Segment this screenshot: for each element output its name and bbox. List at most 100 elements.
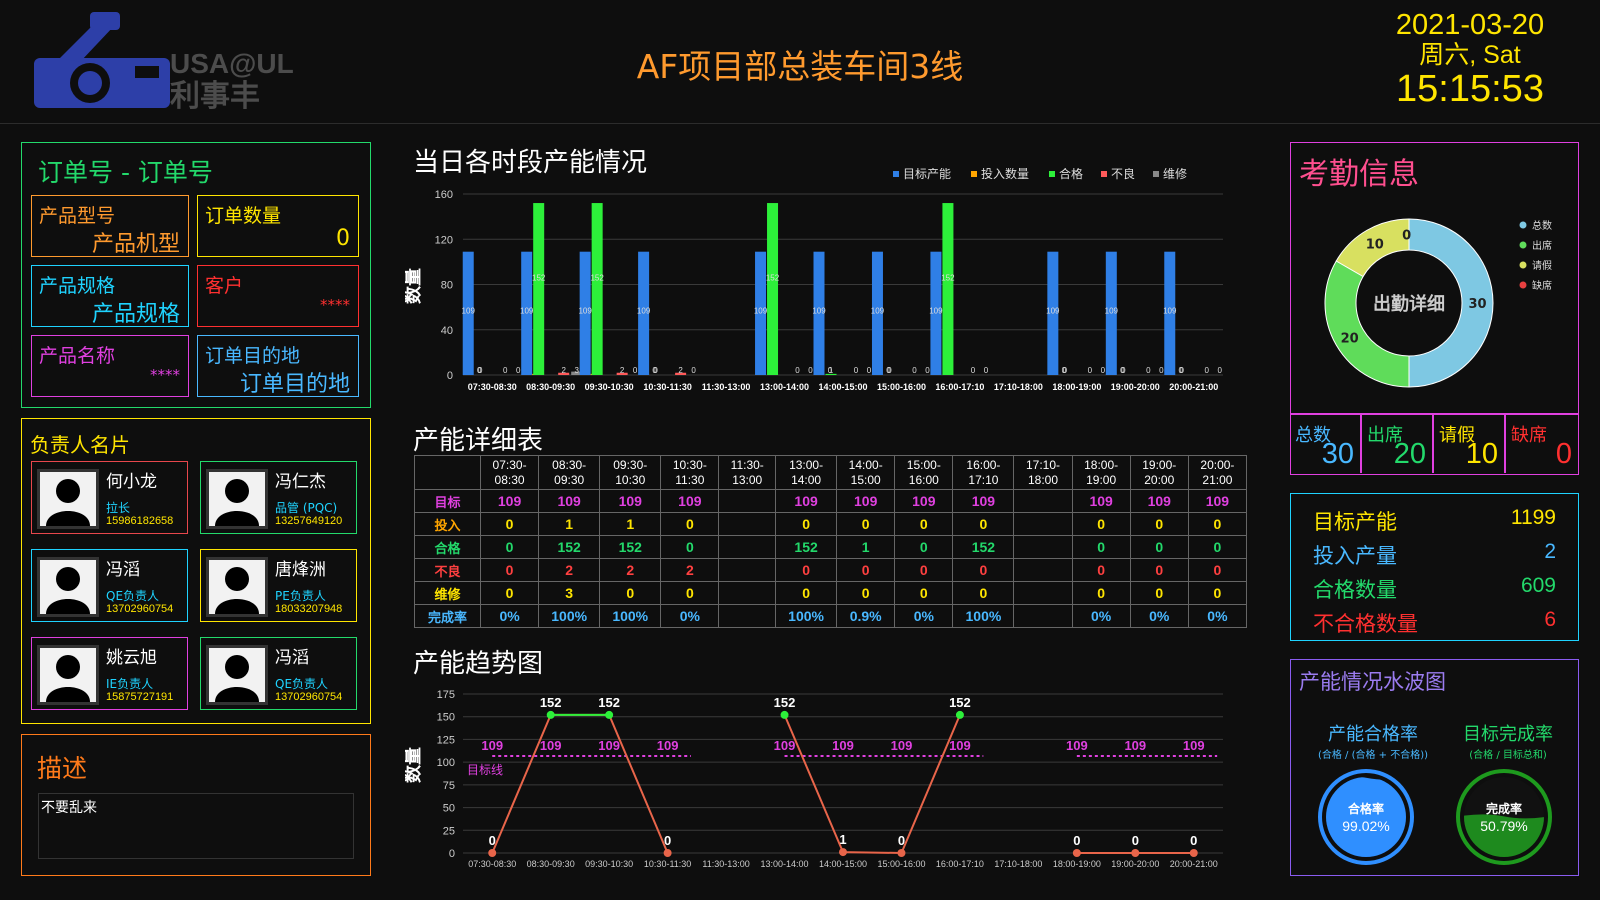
y-tick-label: 25 — [443, 825, 455, 837]
table-cell: 109 — [952, 489, 1015, 513]
table-cell: 0 — [479, 581, 540, 605]
trend-line-chart: 0255075100125150175数量 目标线109 109 109 109 109 1… — [405, 689, 1223, 869]
bar-value-label: 152 — [590, 273, 604, 282]
person-card[interactable]: 冯滔 QE负责人 13702960754 — [200, 637, 357, 710]
legend-swatch — [1101, 171, 1107, 177]
attendance-stat: 缺席 0 — [1507, 415, 1578, 473]
bar — [942, 203, 954, 375]
table-cell: 0 — [660, 581, 720, 605]
attendance-stat: 请假 10 — [1435, 415, 1506, 473]
data-label: 152 — [540, 695, 562, 710]
gauge-value: 50.79% — [1480, 818, 1527, 834]
table-cell: 0 — [836, 512, 896, 536]
target-line-label: 目标线 — [467, 763, 503, 777]
person-role: 拉长 — [106, 501, 131, 515]
table-cell: 0% — [1187, 604, 1248, 628]
legend-swatch — [893, 171, 899, 177]
x-tick-label: 10:30-11:30 — [644, 859, 691, 869]
table-header-cell: 16:00- 17:10 — [952, 455, 1015, 490]
x-tick-label: 13:00-14:00 — [761, 859, 809, 869]
table-cell: 152 — [599, 535, 662, 559]
bar-value-label: 152 — [766, 273, 780, 282]
row-label: 维修 — [414, 581, 481, 605]
data-point — [955, 710, 964, 719]
table-cell: 109 — [538, 489, 601, 513]
completion-rate-gauge: 完成率 50.79% — [1456, 769, 1552, 865]
data-point — [488, 849, 497, 857]
target-value-label: 109 — [891, 738, 913, 753]
table-cell: 3 — [538, 581, 601, 605]
avatar — [206, 645, 268, 705]
person-card[interactable]: 姚云旭 IE负责人 15875727191 — [31, 637, 188, 710]
x-tick-label: 09:30-10:30 — [585, 382, 634, 392]
table-header-cell: 19:00- 20:00 — [1129, 455, 1189, 490]
x-tick-label: 07:30-08:30 — [468, 859, 516, 869]
person-card[interactable]: 冯滔 QE负责人 13702960754 — [31, 549, 188, 622]
pass-rate-gauge: 合格率 99.02% — [1318, 769, 1414, 865]
bar-value-label: 152 — [941, 273, 955, 282]
table-cell: 0 — [1129, 581, 1189, 605]
bar-value-label: 0 — [971, 366, 976, 375]
bar-value-label: 109 — [1163, 306, 1177, 315]
table-cell: 0% — [479, 604, 540, 628]
destination-label: 订单目的地 — [205, 345, 301, 367]
target-value-label: 109 — [540, 738, 562, 753]
table-cell: 1 — [599, 512, 662, 536]
bar-value-label: 0 — [795, 366, 800, 375]
table-cell: 0 — [479, 535, 540, 559]
x-tick-label: 15:00-16:00 — [877, 859, 925, 869]
table-cell — [718, 558, 777, 582]
gauge-caption: 合格率 — [1348, 801, 1384, 816]
target-value-label: 109 — [1124, 738, 1146, 753]
spec-value: 产品规格 — [91, 302, 180, 327]
product-name-label: 产品名称 — [39, 345, 116, 367]
table-cell — [718, 581, 777, 605]
table-header-cell: 13:00- 14:00 — [775, 455, 838, 490]
data-point — [1131, 849, 1140, 857]
target-value-label: 109 — [774, 738, 796, 753]
person-card[interactable]: 冯仁杰 品管 (PQC) 13257649120 — [200, 461, 357, 534]
table-cell: 109 — [894, 489, 954, 513]
bar-value-label: 0 — [1101, 366, 1106, 375]
trend-chart-title: 产能趋势图 — [413, 649, 544, 679]
table-cell: 0 — [775, 581, 838, 605]
table-cell: 152 — [775, 535, 838, 559]
y-axis-label: 数量 — [405, 747, 424, 783]
table-cell — [1013, 535, 1073, 559]
data-point — [663, 849, 672, 857]
table-cell: 0% — [1071, 604, 1131, 628]
description-textarea[interactable]: 不要乱来 — [38, 793, 354, 859]
person-name: 冯滔 — [275, 648, 309, 668]
company-logo: USA@UL 利事丰 — [30, 8, 340, 114]
bar-value-label: 0 — [1088, 366, 1093, 375]
hourly-bar-chart: 04080120160数量109000007:30-08:30109115223… — [405, 168, 1223, 392]
attendance-stat-value: 30 — [1321, 438, 1354, 470]
y-tick-label: 150 — [437, 712, 455, 724]
table-cell: 0 — [1071, 581, 1131, 605]
table-cell: 0.9% — [836, 604, 896, 628]
slice-value-label: 0 — [1402, 229, 1411, 244]
svg-text:利事丰: 利事丰 — [170, 79, 260, 112]
avatar — [37, 469, 99, 529]
x-tick-label: 14:00-15:00 — [819, 859, 867, 869]
legend-swatch — [1153, 171, 1159, 177]
legend-dot — [1519, 241, 1527, 249]
table-row: 维修 0 3 0 0 0 0 0 0 0 0 0 — [414, 581, 1248, 605]
slice-value-label: 10 — [1366, 238, 1384, 253]
slice-value-label: 20 — [1341, 331, 1359, 346]
table-cell: 0 — [1187, 535, 1248, 559]
person-phone: 13702960754 — [106, 603, 174, 615]
data-point — [1072, 849, 1081, 857]
input-output-label: 投入产量 — [1313, 544, 1397, 568]
bar-value-label: 109 — [637, 306, 651, 315]
x-tick-label: 18:00-19:00 — [1053, 859, 1101, 869]
description-text: 不要乱来 — [41, 800, 97, 816]
table-cell: 0 — [1129, 535, 1189, 559]
gauge-heading: 产能情况水波图 — [1299, 670, 1446, 694]
person-card[interactable]: 唐烽洲 PE负责人 18033207948 — [200, 549, 357, 622]
model-card: 产品型号 产品机型 — [31, 195, 189, 257]
person-card[interactable]: 何小龙 拉长 15986182658 — [31, 461, 188, 534]
table-cell: 0 — [1071, 512, 1131, 536]
bar-value-label: 152 — [532, 273, 546, 282]
fail-count-label: 不合格数量 — [1313, 612, 1418, 636]
